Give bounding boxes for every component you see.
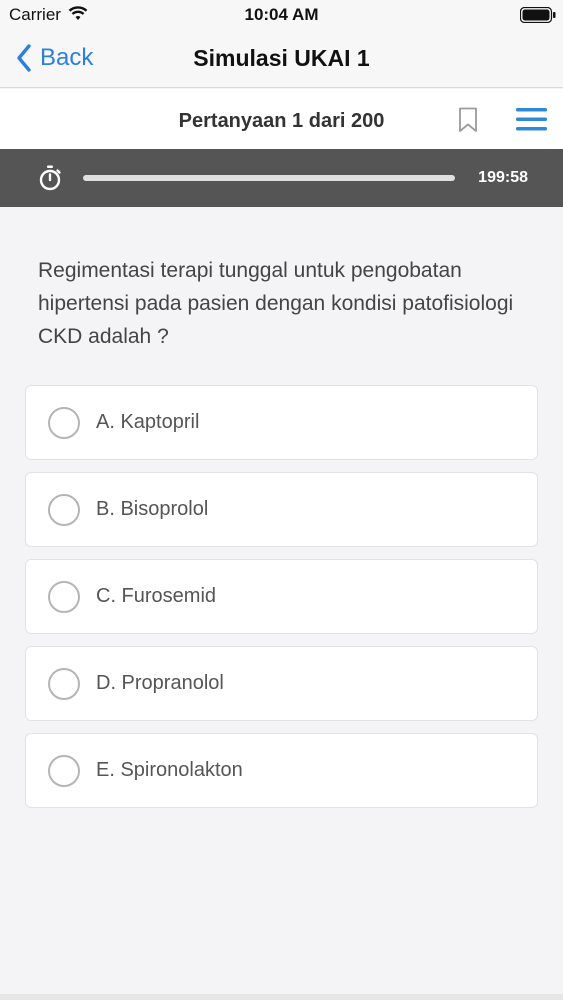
option-e[interactable]: E. Spironolakton [25, 733, 538, 808]
option-a[interactable]: A. Kaptopril [25, 385, 538, 460]
radio-icon[interactable] [48, 668, 80, 700]
question-text: Regimentasi terapi tunggal untuk pengoba… [38, 259, 514, 348]
stopwatch-icon [39, 165, 61, 191]
option-label: B. Bisoprolol [96, 498, 209, 520]
timer-bar: 199:58 [0, 149, 563, 207]
status-bar: Carrier 10:04 AM [0, 0, 563, 30]
menu-icon[interactable] [516, 107, 547, 131]
option-label: E. Spironolakton [96, 759, 243, 781]
question-header: Pertanyaan 1 dari 200 [0, 89, 563, 149]
navigation-bar: Back Simulasi UKAI 1 [0, 30, 563, 88]
radio-icon[interactable] [48, 581, 80, 613]
question-counter: Pertanyaan 1 dari 200 [178, 110, 385, 132]
option-label: A. Kaptopril [96, 411, 200, 433]
radio-icon[interactable] [48, 407, 80, 439]
time-remaining: 199:58 [478, 169, 528, 186]
option-label: D. Propranolol [96, 672, 224, 694]
option-d[interactable]: D. Propranolol [25, 646, 538, 721]
bottom-divider [0, 994, 563, 1000]
option-c[interactable]: C. Furosemid [25, 559, 538, 634]
timer-progress-fill [83, 175, 455, 181]
option-b[interactable]: B. Bisoprolol [25, 472, 538, 547]
radio-icon[interactable] [48, 755, 80, 787]
answer-options: A. Kaptopril B. Bisoprolol C. Furosemid … [25, 385, 538, 820]
status-time: 10:04 AM [244, 5, 319, 24]
battery-icon [520, 7, 556, 23]
radio-icon[interactable] [48, 494, 80, 526]
page-title: Simulasi UKAI 1 [193, 45, 370, 71]
timer-progress-track [83, 175, 455, 181]
bookmark-icon[interactable] [458, 107, 478, 133]
option-label: C. Furosemid [96, 585, 217, 607]
